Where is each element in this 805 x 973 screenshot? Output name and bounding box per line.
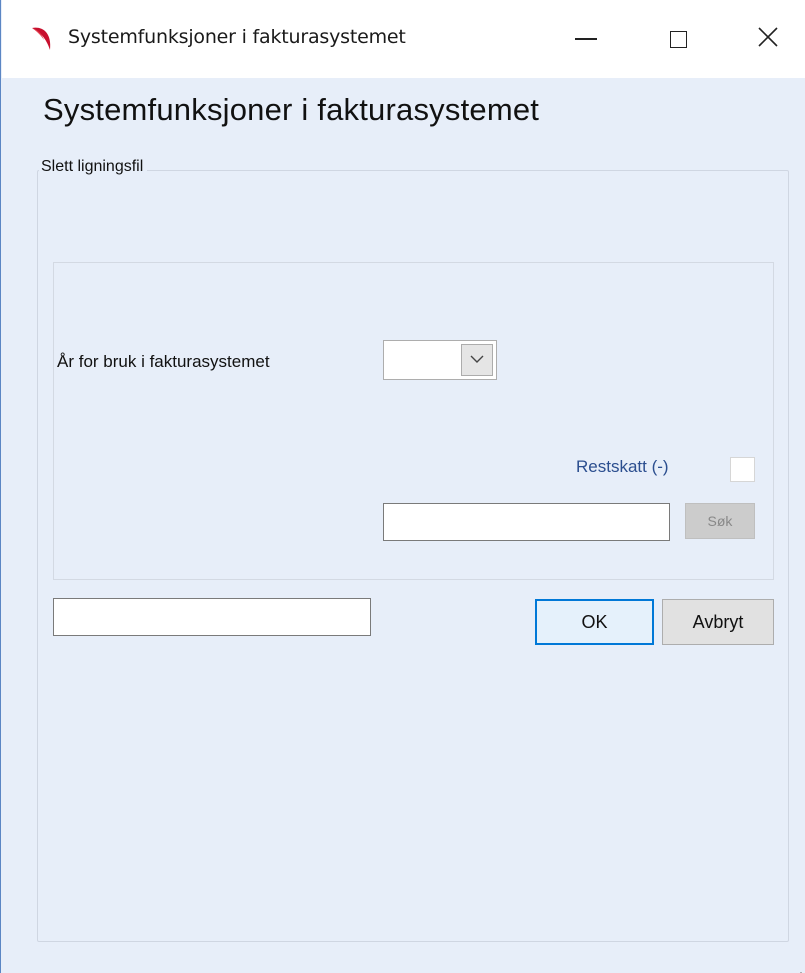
- year-dropdown[interactable]: [383, 340, 497, 380]
- title-bar[interactable]: Systemfunksjoner i fakturasystemet: [2, 0, 805, 78]
- close-icon: [757, 26, 779, 53]
- ok-button[interactable]: OK: [535, 599, 654, 645]
- restskatt-label: Restskatt (-): [576, 457, 669, 476]
- app-logo-icon: [30, 24, 54, 54]
- search-button[interactable]: Søk: [685, 503, 755, 539]
- maximize-icon: [669, 30, 687, 48]
- minimize-button[interactable]: [548, 0, 624, 78]
- cancel-button[interactable]: Avbryt: [662, 599, 774, 645]
- search-input[interactable]: [383, 503, 670, 541]
- close-button[interactable]: [730, 0, 805, 78]
- status-field[interactable]: [53, 598, 371, 636]
- year-label: År for bruk i fakturasystemet: [57, 352, 270, 371]
- dialog-window: Systemfunksjoner i fakturasystemet Syste…: [0, 0, 805, 973]
- dropdown-arrow-button[interactable]: [461, 344, 493, 376]
- page-title: Systemfunksjoner i fakturasystemet: [43, 92, 540, 127]
- groupbox-legend: Slett ligningsfil: [39, 158, 148, 176]
- resize-grip-icon[interactable]: [797, 962, 803, 973]
- window-title: Systemfunksjoner i fakturasystemet: [68, 26, 406, 48]
- minimize-icon: [575, 38, 597, 40]
- restskatt-checkbox[interactable]: [730, 457, 755, 482]
- chevron-down-icon: [470, 351, 484, 369]
- maximize-button[interactable]: [640, 0, 716, 78]
